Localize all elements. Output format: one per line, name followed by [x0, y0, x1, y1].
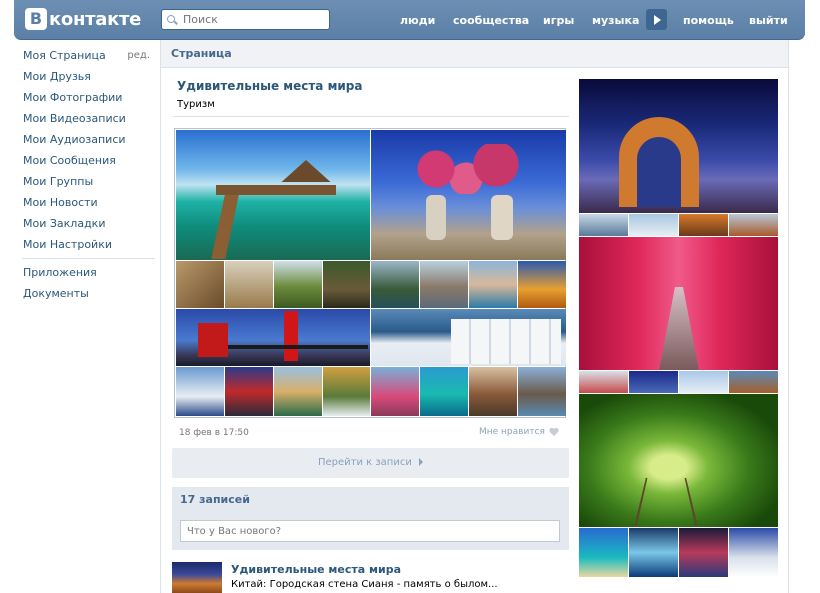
go-to-post-button[interactable]: Перейти к записи [172, 448, 569, 478]
photo-thumb[interactable] [323, 261, 370, 308]
menu-item-bookmarks[interactable]: Мои Закладки [14, 213, 160, 234]
photo-thumb[interactable] [323, 367, 370, 416]
photo-thumb[interactable] [518, 367, 566, 416]
photo-thumb[interactable] [729, 528, 778, 577]
wall-section: 17 записей [172, 487, 569, 550]
photo-red-lighthouse[interactable] [176, 309, 370, 366]
menu-item-my-page[interactable]: Моя Страница ред. [14, 45, 160, 66]
menu-item-settings[interactable]: Мои Настройки [14, 234, 160, 255]
menu-item-friends[interactable]: Мои Друзья [14, 66, 160, 87]
photo-thumb[interactable] [371, 261, 419, 308]
main-content: Страница Удивительные места мира Туризм [160, 40, 789, 593]
nav-link-communities[interactable]: сообщества [453, 0, 529, 40]
menu-item-audio[interactable]: Мои Аудиозаписи [14, 129, 160, 150]
wall-post-count[interactable]: 17 записей [180, 487, 250, 512]
photo-thumb[interactable] [176, 261, 224, 308]
new-post-input[interactable] [180, 520, 560, 542]
nav-link-help[interactable]: помощь [683, 0, 734, 40]
photo-thumb[interactable] [679, 528, 728, 577]
go-to-post-label: Перейти к записи [317, 457, 412, 468]
divider [173, 116, 569, 117]
photo-thumb[interactable] [629, 371, 678, 393]
post-date[interactable]: 18 фев в 17:50 [179, 428, 249, 438]
menu-item-apps[interactable]: Приложения [14, 262, 160, 283]
search-input[interactable] [183, 13, 323, 26]
like-label: Мне нравится [479, 427, 545, 437]
top-header: В контакте люди сообщества игры музыка п… [14, 0, 805, 40]
photo-desert-rose-trees[interactable] [371, 130, 566, 260]
photo-thumb[interactable] [579, 371, 628, 393]
menu-item-documents[interactable]: Документы [14, 283, 160, 304]
photo-pink-tree-alley[interactable] [579, 237, 778, 370]
photo-mosaic[interactable] [174, 128, 566, 418]
photo-delicate-arch[interactable] [579, 79, 778, 213]
menu-divider [22, 258, 155, 259]
photo-thumb[interactable] [679, 371, 728, 393]
photo-thumb[interactable] [225, 367, 273, 416]
nav-link-help-label[interactable]: помощь [683, 14, 734, 27]
photo-thumb[interactable] [679, 214, 728, 236]
photo-thumb[interactable] [729, 371, 778, 393]
photo-thumb[interactable] [629, 214, 678, 236]
left-menu: Моя Страница ред. Мои Друзья Мои Фотогра… [14, 40, 160, 304]
photo-santorini[interactable] [371, 309, 566, 366]
page-title: Страница [161, 40, 788, 68]
vk-logo[interactable]: В контакте [25, 7, 141, 31]
nav-link-communities-label[interactable]: сообщества [453, 14, 529, 27]
photo-thumb[interactable] [420, 261, 468, 308]
right-photo-column [579, 79, 778, 579]
photo-thumb[interactable] [274, 367, 322, 416]
menu-item-groups[interactable]: Мои Группы [14, 171, 160, 192]
menu-item-messages[interactable]: Мои Сообщения [14, 150, 160, 171]
photo-thumb[interactable] [176, 367, 224, 416]
vk-logo-icon: В [25, 8, 47, 30]
photo-green-tunnel[interactable] [579, 394, 778, 527]
nav-link-games-label[interactable]: игры [543, 14, 574, 27]
nav-link-people-label[interactable]: люди [400, 14, 435, 27]
photo-thumb[interactable] [579, 214, 628, 236]
nav-link-games[interactable]: игры [543, 0, 574, 40]
search-box[interactable] [161, 9, 330, 30]
vk-logo-text: контакте [49, 8, 142, 30]
post-title[interactable]: Удивительные места мира [177, 79, 362, 93]
photo-thumb[interactable] [518, 261, 566, 308]
menu-item-videos[interactable]: Мои Видеозаписи [14, 108, 160, 129]
play-icon[interactable] [646, 9, 667, 30]
arrow-right-icon [419, 458, 424, 466]
photo-thumb[interactable] [274, 261, 322, 308]
photo-thumb[interactable] [225, 261, 273, 308]
photo-thumb[interactable] [729, 214, 778, 236]
nav-link-logout-label[interactable]: выйти [749, 14, 788, 27]
wall-post-text: Китай: Городская стена Сианя - память о … [231, 579, 498, 590]
photo-thumb[interactable] [371, 367, 419, 416]
nav-link-logout[interactable]: выйти [749, 0, 788, 40]
wall-post-thumbnail[interactable] [172, 562, 222, 593]
search-icon [166, 14, 178, 26]
photo-thumb[interactable] [420, 367, 468, 416]
heart-icon [549, 428, 559, 437]
photo-thumb[interactable] [469, 367, 517, 416]
photo-thumb[interactable] [629, 528, 678, 577]
post-subtitle: Туризм [177, 99, 215, 110]
photo-thumb[interactable] [469, 261, 517, 308]
photo-thumb[interactable] [579, 528, 628, 577]
menu-item-news[interactable]: Мои Новости [14, 192, 160, 213]
nav-link-music[interactable]: музыка [592, 0, 639, 40]
wall-post-title[interactable]: Удивительные места мира [231, 563, 401, 576]
like-button[interactable]: Мне нравится [479, 427, 559, 437]
menu-item-label: Моя Страница [23, 49, 106, 62]
nav-link-people[interactable]: люди [400, 0, 435, 40]
menu-item-photos[interactable]: Мои Фотографии [14, 87, 160, 108]
photo-overwater-bungalow[interactable] [176, 130, 370, 260]
edit-link[interactable]: ред. [127, 45, 150, 66]
nav-link-music-label[interactable]: музыка [592, 14, 639, 27]
